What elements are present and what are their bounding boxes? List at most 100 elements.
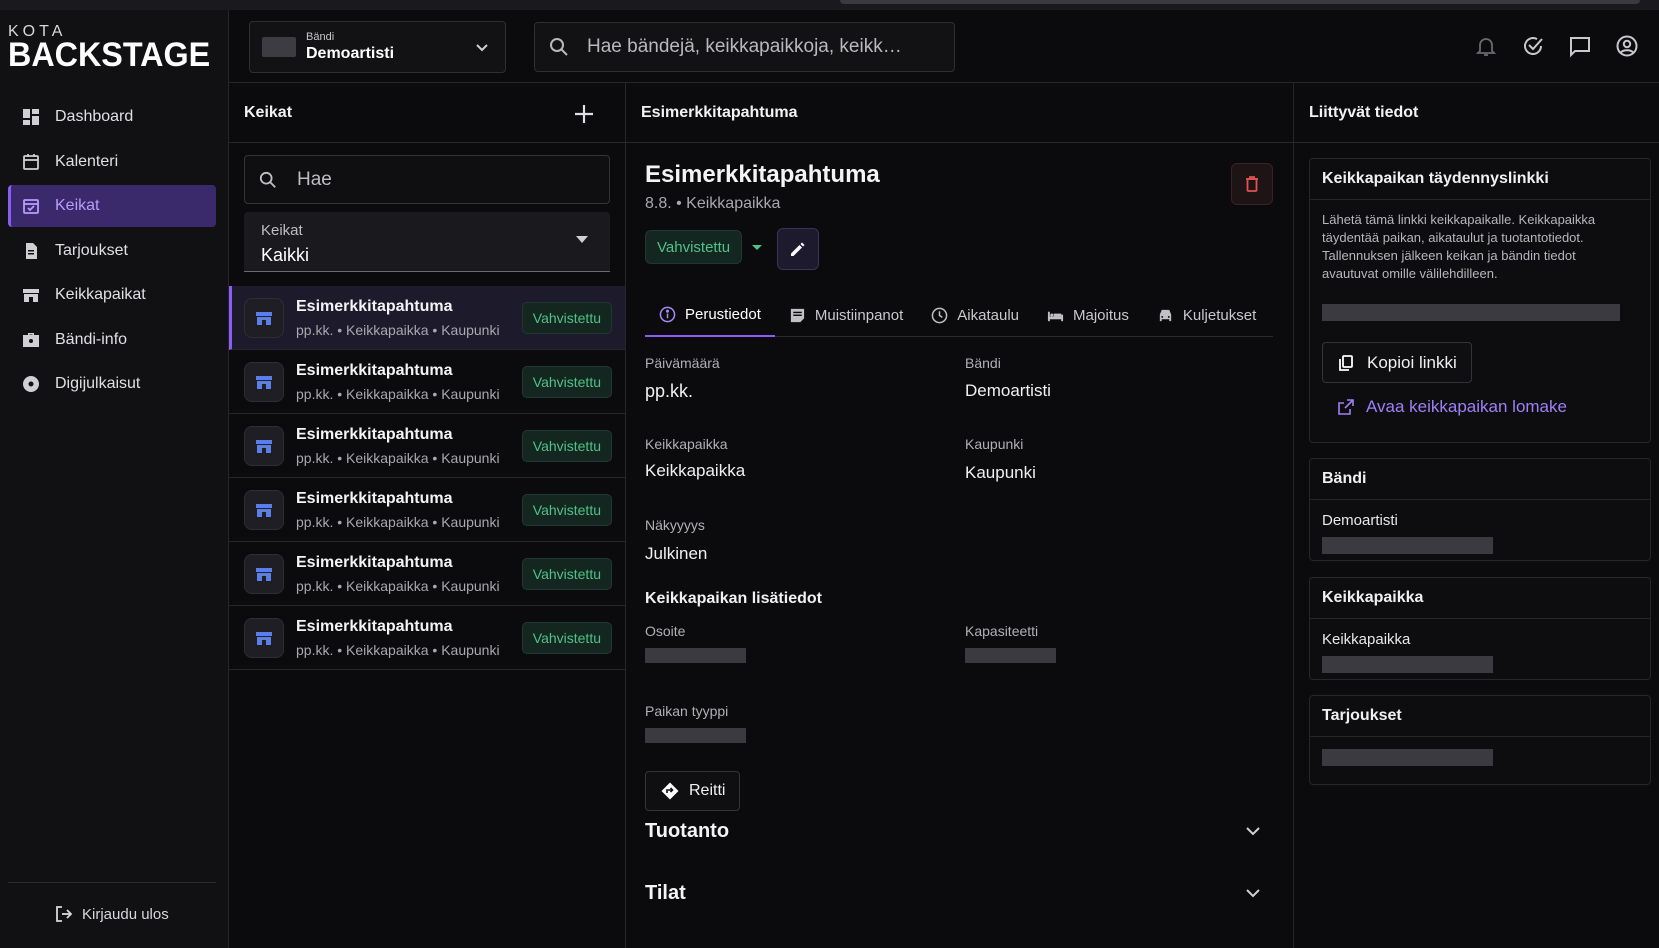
gig-filter-select[interactable]: Keikat Kaikki: [244, 212, 610, 272]
global-search-input[interactable]: [587, 36, 947, 58]
status-caret-icon[interactable]: [752, 245, 762, 250]
logo-big-text: BACKSTAGE: [8, 36, 211, 74]
route-button-label: Reitti: [689, 782, 726, 799]
gig-subtitle: pp.kk. • Keikkapaikka • Kaupunki: [296, 322, 500, 338]
gig-list-item[interactable]: Esimerkkitapahtuma pp.kk. • Keikkapaikka…: [229, 350, 625, 414]
tab-basic-info[interactable]: Perustiedot: [645, 293, 775, 337]
tab-notes[interactable]: Muistiinpanot: [775, 293, 917, 337]
external-link-icon: [1338, 399, 1354, 415]
status-select[interactable]: Vahvistettu: [645, 230, 743, 264]
band-selector[interactable]: Bändi Demoartisti: [249, 21, 506, 73]
copy-link-button[interactable]: Kopioi linkki: [1322, 342, 1472, 383]
venue-link-card-title: Keikkapaikan täydennyslinkki: [1310, 159, 1650, 200]
copy-link-label: Kopioi linkki: [1367, 352, 1457, 372]
gig-filter-value: Kaikki: [261, 245, 310, 265]
gig-search[interactable]: [244, 155, 610, 204]
address-value-placeholder: [645, 648, 746, 663]
add-gig-button[interactable]: [572, 102, 596, 126]
gig-list-item[interactable]: Esimerkkitapahtuma pp.kk. • Keikkapaikka…: [229, 286, 625, 350]
venue-icon: [244, 490, 284, 530]
venue-card: Keikkapaikka Keikkapaikka: [1309, 577, 1651, 680]
delete-gig-button[interactable]: [1231, 163, 1273, 205]
sidebar-item-offers[interactable]: Tarjoukset: [8, 230, 216, 272]
accordion-production[interactable]: Tuotanto: [645, 811, 1273, 851]
panel-divider: [625, 142, 1293, 143]
notes-icon: [789, 307, 806, 324]
tab-label: Kuljetukset: [1182, 306, 1257, 324]
gig-detail-panel: Esimerkkitapahtuma Esimerkkitapahtuma 8.…: [625, 83, 1293, 948]
gig-detail-subtitle: 8.8. • Keikkapaikka: [645, 195, 781, 212]
address-label: Osoite: [645, 623, 686, 639]
sidebar-item-label: Keikat: [55, 197, 100, 214]
sidebar-item-label: Digijulkaisut: [55, 375, 141, 392]
bell-icon[interactable]: [1474, 34, 1498, 58]
gig-search-input[interactable]: [297, 168, 577, 191]
sidebar-item-releases[interactable]: Digijulkaisut: [8, 363, 216, 405]
band-card-placeholder: [1322, 537, 1493, 554]
venue-icon: [244, 362, 284, 402]
sidebar-item-calendar[interactable]: Kalenteri: [8, 141, 216, 183]
gig-list-panel: Keikat Keikat Kaikki Esimerkkitapahtuma …: [229, 83, 625, 948]
header-actions: [1474, 34, 1659, 58]
edit-gig-button[interactable]: [777, 228, 819, 270]
status-badge: Vahvistettu: [521, 302, 612, 334]
clock-icon: [931, 307, 948, 324]
sidebar-item-dashboard[interactable]: Dashboard: [8, 96, 216, 138]
venue-card-value[interactable]: Keikkapaikka: [1322, 631, 1410, 648]
event-icon: [22, 197, 40, 215]
tab-transport[interactable]: Kuljetukset: [1143, 293, 1270, 337]
band-card: Bändi Demoartisti: [1309, 458, 1651, 561]
gig-list-item[interactable]: Esimerkkitapahtuma pp.kk. • Keikkapaikka…: [229, 606, 625, 670]
gig-detail-title: Esimerkkitapahtuma: [645, 161, 880, 188]
app-logo[interactable]: KOTA BACKSTAGE: [8, 24, 221, 74]
sidebar-item-gigs[interactable]: Keikat: [8, 185, 216, 227]
logout-label: Kirjaudu ulos: [82, 905, 169, 923]
band-card-title: Bändi: [1310, 459, 1650, 500]
gig-title: Esimerkkitapahtuma: [296, 426, 453, 443]
search-icon: [259, 171, 277, 189]
open-venue-form-link[interactable]: Avaa keikkapaikan lomake: [1338, 397, 1567, 417]
gig-list-item[interactable]: Esimerkkitapahtuma pp.kk. • Keikkapaikka…: [229, 478, 625, 542]
link-url-placeholder: [1322, 304, 1620, 321]
band-value: Demoartisti: [965, 381, 1051, 400]
check-circle-icon[interactable]: [1521, 34, 1545, 58]
sidebar-item-band-info[interactable]: Bändi-info: [8, 319, 216, 361]
accordion-spaces[interactable]: Tilat: [645, 873, 1273, 913]
scroll-indicator: [840, 0, 1640, 4]
chevron-down-icon: [1243, 821, 1263, 841]
gig-title: Esimerkkitapahtuma: [296, 618, 453, 635]
venue-icon: [244, 554, 284, 594]
venue-link-description: Lähetä tämä linkki keikkapaikalle. Keikk…: [1322, 212, 1596, 281]
capacity-label: Kapasiteetti: [965, 623, 1039, 639]
capacity-value-placeholder: [965, 648, 1056, 663]
gig-list-item[interactable]: Esimerkkitapahtuma pp.kk. • Keikkapaikka…: [229, 414, 625, 478]
global-search[interactable]: [534, 22, 955, 72]
disc-icon: [22, 375, 40, 393]
trash-icon: [1246, 176, 1258, 192]
sidebar-nav: Dashboard Kalenteri Keikat Tarjoukset Ke…: [8, 96, 216, 408]
info-icon: [659, 306, 676, 323]
band-selector-label: Bändi: [306, 31, 335, 43]
city-value: Kaupunki: [965, 463, 1036, 482]
chat-icon[interactable]: [1568, 34, 1592, 58]
tab-label: Muistiinpanot: [814, 306, 904, 324]
pencil-icon: [791, 242, 805, 256]
venue-icon: [244, 618, 284, 658]
tab-schedule[interactable]: Aikataulu: [917, 293, 1033, 337]
sidebar-item-venues[interactable]: Keikkapaikat: [8, 274, 216, 316]
route-button[interactable]: Reitti: [645, 771, 741, 811]
account-icon[interactable]: [1615, 34, 1639, 58]
venue-icon: [244, 298, 284, 338]
sidebar-divider: [8, 882, 216, 883]
logout-button[interactable]: Kirjaudu ulos: [55, 905, 169, 923]
band-selector-value: Demoartisti: [306, 45, 395, 62]
search-icon: [549, 37, 569, 57]
gig-list-item[interactable]: Esimerkkitapahtuma pp.kk. • Keikkapaikka…: [229, 542, 625, 606]
gig-title: Esimerkkitapahtuma: [296, 554, 453, 571]
city-label: Kaupunki: [965, 436, 1024, 452]
band-card-value[interactable]: Demoartisti: [1322, 512, 1398, 529]
open-venue-form-label: Avaa keikkapaikan lomake: [1366, 397, 1567, 416]
gig-title: Esimerkkitapahtuma: [296, 490, 453, 507]
tab-accommodation[interactable]: Majoitus: [1033, 293, 1143, 337]
logout-icon: [55, 905, 73, 923]
